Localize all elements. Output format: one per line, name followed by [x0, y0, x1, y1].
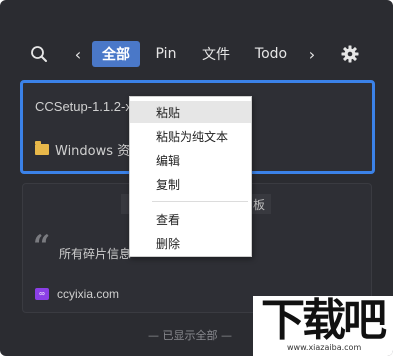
- next-tab-button[interactable]: ›: [305, 40, 319, 68]
- previous-tab-button[interactable]: ‹: [71, 40, 85, 68]
- toolbar: ‹ 全部 Pin 文件 Todo ›: [0, 40, 393, 68]
- context-menu: 粘贴 粘贴为纯文本 编辑 复制 查看 删除: [129, 96, 252, 257]
- clip-text: 所有碎片信息: [59, 247, 132, 261]
- quote-icon: “: [33, 229, 51, 264]
- folder-icon: [35, 141, 49, 155]
- watermark-url: www.xiazaiba.com: [287, 343, 362, 352]
- footer-label: — 已显示全部 —: [148, 329, 232, 342]
- menu-item-copy[interactable]: 复制: [130, 173, 251, 195]
- tab-todo[interactable]: Todo: [250, 40, 292, 68]
- app-window: ‹ 全部 Pin 文件 Todo › CCSetup-1.1.2-x Windo…: [0, 0, 393, 356]
- tab-pin[interactable]: Pin: [149, 40, 183, 68]
- tab-all[interactable]: 全部: [92, 41, 140, 67]
- clip-title: CCSetup-1.1.2-x: [35, 99, 132, 114]
- clip-link-label: ccyixia.com: [57, 287, 120, 301]
- menu-item-view[interactable]: 查看: [130, 208, 251, 230]
- menu-item-edit[interactable]: 编辑: [130, 149, 251, 171]
- watermark: 下载吧 www.xiazaiba.com: [253, 296, 393, 356]
- tab-files[interactable]: 文件: [196, 40, 236, 68]
- watermark-logo: 下载吧: [261, 295, 387, 346]
- link-icon: ∞: [35, 288, 49, 300]
- gear-icon[interactable]: [338, 40, 362, 68]
- clip-link[interactable]: ∞ ccyixia.com: [35, 287, 119, 301]
- clip-header-text: 板: [253, 198, 266, 212]
- clip-source: Windows 资源: [35, 140, 143, 159]
- menu-item-paste-plain[interactable]: 粘贴为纯文本: [130, 125, 251, 147]
- menu-separator: [152, 201, 248, 202]
- menu-item-delete[interactable]: 删除: [130, 232, 251, 254]
- menu-item-paste[interactable]: 粘贴: [130, 101, 251, 123]
- search-icon[interactable]: [28, 40, 50, 68]
